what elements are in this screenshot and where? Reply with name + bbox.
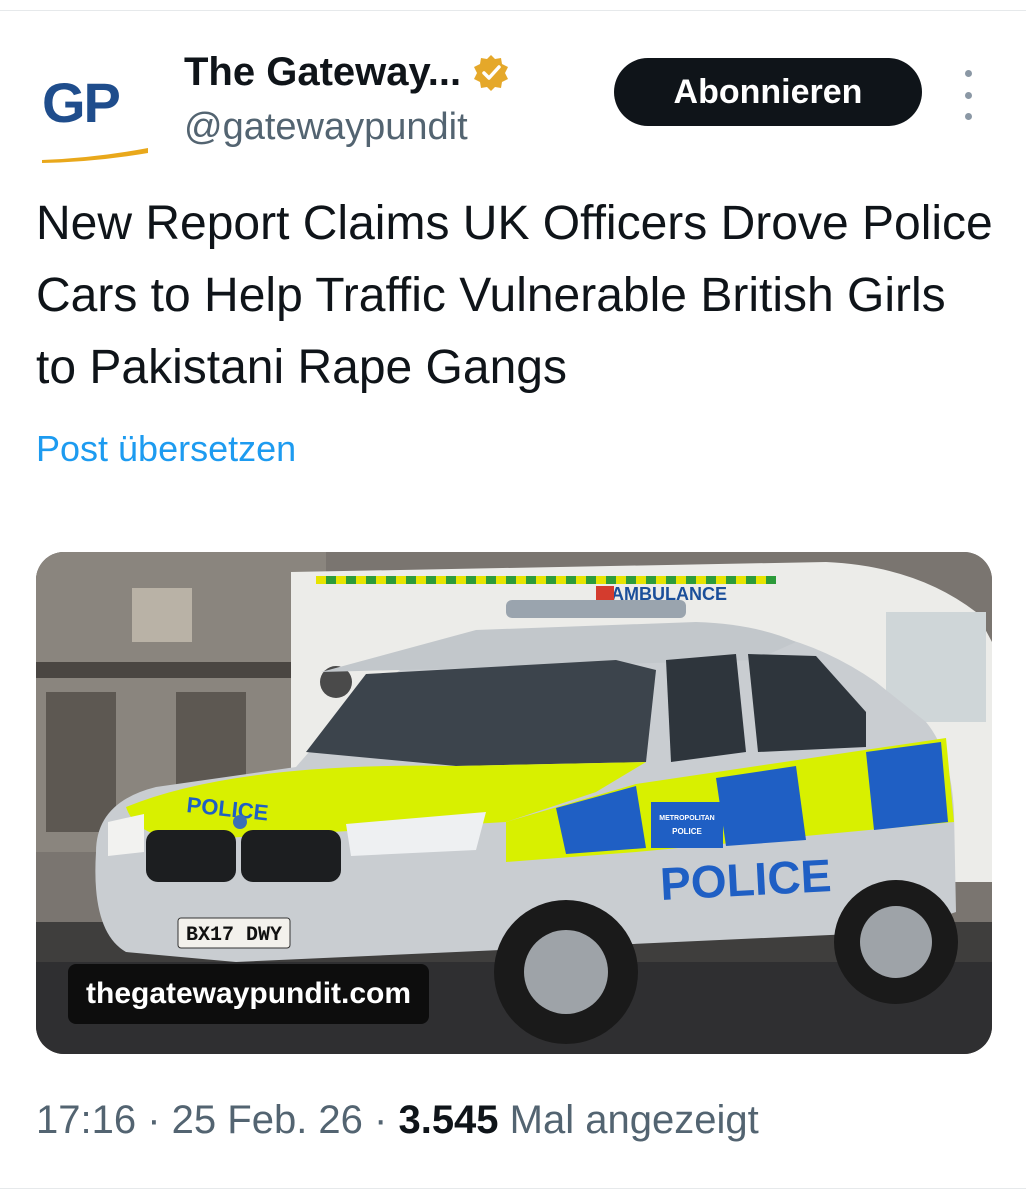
door-sign-line1: METROPOLITAN	[659, 815, 714, 822]
post-time[interactable]: 17:16	[36, 1098, 136, 1142]
bottom-divider	[0, 1188, 1026, 1189]
post-text: New Report Claims UK Officers Drove Poli…	[36, 197, 993, 394]
author-display-name[interactable]: The Gateway...	[184, 50, 461, 95]
post-media-image[interactable]: AMBULANCE POLICE METROPOLITAN POLICE POL…	[36, 552, 992, 1054]
license-plate-text: BX17 DWY	[186, 924, 282, 947]
post-date[interactable]: 25 Feb. 26	[172, 1098, 363, 1142]
link-domain-badge[interactable]: thegatewaypundit.com	[68, 964, 430, 1024]
more-options-icon[interactable]	[956, 70, 980, 120]
author-handle[interactable]: @gatewaypundit	[184, 106, 468, 149]
dot-icon	[964, 70, 972, 77]
view-count: 3.545	[398, 1098, 499, 1142]
gold-verified-icon	[474, 54, 509, 91]
top-divider	[0, 10, 1026, 11]
meta-separator: ·	[136, 1098, 172, 1142]
car-side-text: POLICE	[659, 849, 833, 910]
dot-icon	[964, 91, 972, 99]
avatar-logo-text: GP	[42, 71, 121, 134]
post-meta: 17:16 · 25 Feb. 26 · 3.545 Mal angezeigt	[36, 1098, 759, 1143]
door-sign-line2: POLICE	[672, 827, 702, 836]
meta-separator: ·	[362, 1098, 399, 1142]
subscribe-button[interactable]: Abonnieren	[614, 58, 922, 126]
avatar[interactable]: GP	[36, 62, 156, 172]
translate-post-link[interactable]: Post übersetzen	[36, 428, 296, 470]
dot-icon	[964, 113, 972, 120]
logo-swoosh-icon	[42, 148, 148, 163]
author-name-row[interactable]: The Gateway...	[184, 50, 511, 95]
view-count-label: Mal angezeigt	[498, 1098, 759, 1142]
